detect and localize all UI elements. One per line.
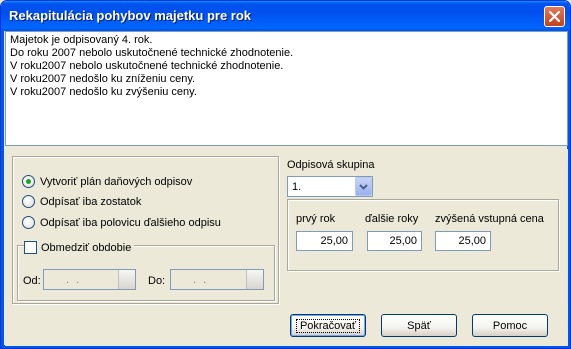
radio-write-off-half[interactable]: Odpísať iba polovicu ďalšieho odpisu [22,216,221,229]
close-button[interactable] [544,6,565,27]
from-date-value: . . [66,273,82,286]
group-select-value: 1. [292,180,302,193]
to-date-value: . . [193,273,209,286]
window-title: Rekapitulácia pohybov majetku pre rok [9,8,252,23]
next-years-input[interactable]: 25,00 [367,231,422,251]
limit-period-checkbox[interactable]: Obmedziť obdobie [24,241,135,254]
from-date-picker[interactable]: . . [43,269,136,290]
next-years-label: ďalšie roky [365,213,419,225]
memo-line: V roku2007 nedošlo ku zvýšeniu ceny. [10,86,197,98]
memo-line: Do roku 2007 nebolo uskutočnené technick… [10,47,294,59]
back-button-label: Späť [407,319,431,332]
close-icon [549,11,560,22]
memo-line: V roku2007 nebolo uskutočnené technické … [10,60,284,72]
help-button[interactable]: Pomoc [472,314,548,337]
title-bar[interactable]: Rekapitulácia pohybov majetku pre rok [1,1,570,31]
radio-label: Odpísať iba polovicu ďalšieho odpisu [40,216,221,229]
to-date-dropdown-button[interactable] [246,270,263,289]
checkbox-icon [24,241,37,254]
radio-create-plan[interactable]: Vytvoriť plán daňových odpisov [22,175,192,188]
group-label: Odpisová skupina [287,159,375,171]
dialog-window: Rekapitulácia pohybov majetku pre rok Ma… [0,0,571,349]
radio-selected-icon [22,175,35,188]
radio-write-off-remainder[interactable]: Odpísať iba zostatok [22,195,141,208]
first-year-input[interactable]: 25,00 [296,231,353,251]
radio-unselected-icon [22,216,35,229]
to-label: Do: [148,275,166,287]
increased-price-input[interactable]: 25,00 [435,231,491,251]
from-label: Od: [23,275,41,287]
radio-label: Odpísať iba zostatok [40,195,142,208]
memo-line: V roku2007 nedošlo ku zníženiu ceny. [10,73,196,85]
summary-memo[interactable]: Majetok je odpisovaný 4. rok. Do roku 20… [5,31,568,146]
from-date-dropdown-button[interactable] [118,270,135,289]
options-panel: Vytvoriť plán daňových odpisov Odpísať i… [5,149,568,346]
to-date-picker[interactable]: . . [170,269,264,290]
radio-unselected-icon [22,195,35,208]
memo-line: Majetok je odpisovaný 4. rok. [10,34,153,46]
first-year-label: prvý rok [296,213,336,225]
back-button[interactable]: Späť [381,314,457,337]
window-frame-left [1,31,4,348]
continue-button-label: Pokračovať [295,318,361,333]
continue-button[interactable]: Pokračovať [290,314,366,337]
increased-price-label: zvýšená vstupná cena [435,213,544,225]
chevron-down-icon[interactable] [355,177,372,196]
radio-label: Vytvoriť plán daňových odpisov [40,175,193,188]
checkbox-label: Obmedziť obdobie [41,241,132,254]
group-select[interactable]: 1. [287,176,373,197]
help-button-label: Pomoc [492,319,528,332]
